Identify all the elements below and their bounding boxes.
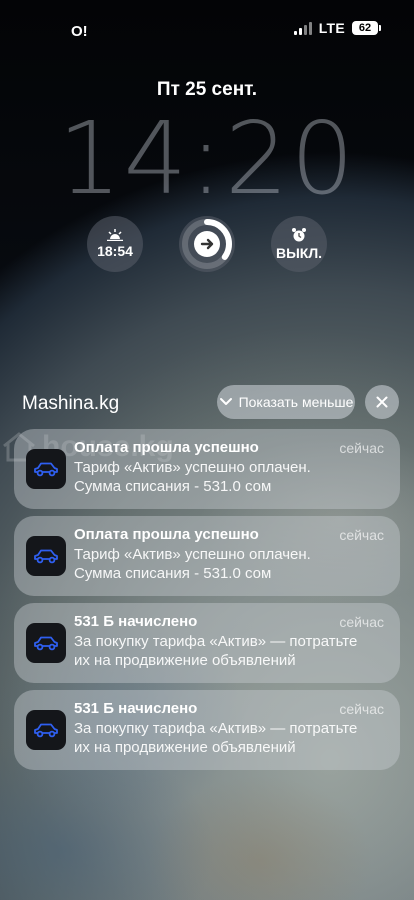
car-icon (34, 462, 58, 477)
app-icon (26, 710, 66, 750)
notification-card[interactable]: Оплата прошла успешно сейчас Тариф «Акти… (14, 516, 400, 596)
car-icon (34, 636, 58, 651)
activity-ring-widget[interactable] (179, 216, 235, 272)
status-indicators: LTE 62 (293, 20, 381, 36)
car-icon (34, 549, 58, 564)
show-less-label: Показать меньше (238, 394, 354, 410)
notification-time: сейчас (339, 440, 384, 456)
chevron-down-icon (219, 398, 232, 405)
notification-time: сейчас (339, 527, 384, 543)
sunset-icon (107, 229, 123, 241)
network-type: LTE (318, 20, 345, 36)
lock-clock: 14:20 (57, 100, 357, 217)
notification-group-app-name: Mashina.kg (22, 393, 120, 414)
notification-time: сейчас (339, 614, 384, 630)
alarm-status: ВЫКЛ. (275, 245, 323, 261)
notification-line: За покупку тарифа «Актив» — потратьте (74, 720, 358, 737)
show-less-button[interactable]: Показать меньше (217, 385, 355, 419)
notification-body: Тариф «Актив» успешно оплачен. Сумма спи… (74, 458, 386, 496)
notification-title: 531 Б начислено (74, 613, 198, 630)
notification-time: сейчас (339, 701, 384, 717)
notification-card[interactable]: 531 Б начислено сейчас За покупку тарифа… (14, 603, 400, 683)
notification-title: 531 Б начислено (74, 700, 198, 717)
notification-line: Сумма списания - 531.0 сом (74, 478, 272, 495)
status-bar: O! LTE 62 (0, 0, 414, 60)
notification-line: их на продвижение объявлений (74, 652, 296, 669)
notification-line: их на продвижение объявлений (74, 739, 296, 756)
notification-body: Тариф «Актив» успешно оплачен. Сумма спи… (74, 545, 386, 583)
notification-line: За покупку тарифа «Актив» — потратьте (74, 633, 358, 650)
notification-body: За покупку тарифа «Актив» — потратьте их… (74, 719, 386, 757)
app-icon (26, 536, 66, 576)
alarm-widget[interactable]: ВЫКЛ. (271, 216, 327, 272)
notification-line: Тариф «Актив» успешно оплачен. (74, 459, 311, 476)
lock-date: Пт 25 сент. (156, 79, 258, 100)
notification-card[interactable]: 531 Б начислено сейчас За покупку тарифа… (14, 690, 400, 770)
app-icon (26, 623, 66, 663)
notification-body: За покупку тарифа «Актив» — потратьте их… (74, 632, 386, 670)
alarm-clock-icon (292, 228, 306, 242)
notification-title: Оплата прошла успешно (74, 526, 259, 543)
battery-icon: 62 (352, 21, 381, 35)
activity-ring-icon (182, 219, 232, 269)
notification-line: Тариф «Актив» успешно оплачен. (74, 546, 311, 563)
notification-title: Оплата прошла успешно (74, 439, 259, 456)
app-icon (26, 449, 66, 489)
car-icon (34, 723, 58, 738)
signal-icon (293, 21, 312, 35)
close-group-button[interactable] (365, 385, 399, 419)
sunset-time: 18:54 (97, 243, 133, 259)
close-icon (376, 396, 388, 408)
sunset-widget[interactable]: 18:54 (87, 216, 143, 272)
carrier-name: O! (71, 23, 88, 40)
battery-level: 62 (358, 22, 372, 34)
notification-card[interactable]: Оплата прошла успешно сейчас Тариф «Акти… (14, 429, 400, 509)
notification-line: Сумма списания - 531.0 сом (74, 565, 272, 582)
